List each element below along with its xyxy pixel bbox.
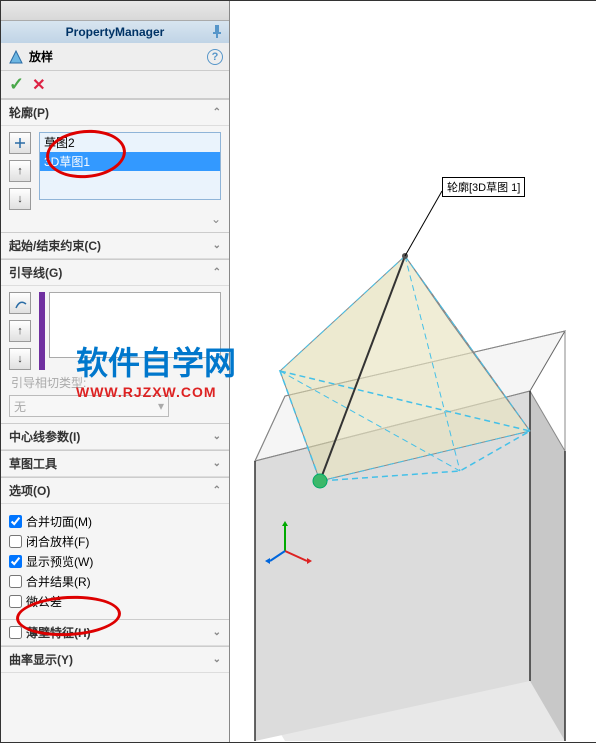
show-preview-checkbox[interactable]: 显示预览(W) [9,553,221,570]
section-guides-header[interactable]: 引导线(G) ⌃ [1,260,229,286]
section-profiles-header[interactable]: 轮廓(P) ⌃ [1,100,229,126]
cancel-button[interactable]: ✕ [32,75,45,95]
tangent-type-combo: 无 ▾ [9,395,169,417]
list-item[interactable]: 3D草图1 [40,152,220,171]
chevron-up-icon: ⌃ [213,267,221,278]
section-centerline-header[interactable]: 中心线参数(I) ⌄ [1,424,229,450]
profile-icon [9,132,31,154]
section-sketchtools-header[interactable]: 草图工具 ⌄ [1,451,229,477]
feature-name: 放样 [29,48,53,65]
move-up-button[interactable]: ↑ [9,160,31,182]
ok-button[interactable]: ✓ [9,74,24,95]
micro-tol-checkbox[interactable]: 微公差 [9,593,221,610]
move-up-button[interactable]: ↑ [9,320,31,342]
section-thin-header[interactable]: 薄壁特征(H) ⌄ [1,620,229,646]
expand-icon[interactable]: ⌄ [9,212,221,226]
chevron-down-icon: ▾ [158,399,164,413]
profiles-listbox[interactable]: 草图2 3D草图1 [39,132,221,200]
merge-result-checkbox[interactable]: 合并结果(R) [9,573,221,590]
help-icon[interactable]: ? [207,49,223,65]
guide-icon [9,292,31,314]
tangent-type-label: 引导相切类型: [9,370,221,395]
section-curvature-header[interactable]: 曲率显示(Y) ⌄ [1,647,229,673]
merge-tangent-checkbox[interactable]: 合并切面(M) [9,513,221,530]
title-text: PropertyManager [66,25,165,39]
move-down-button[interactable]: ↓ [9,188,31,210]
property-manager-title: PropertyManager [1,21,229,43]
loft-icon [7,48,25,66]
profile-tag: 轮廓[3D草图 1] [442,177,525,197]
chevron-up-icon: ⌃ [213,107,221,118]
section-options-header[interactable]: 选项(O) ⌃ [1,478,229,504]
chevron-down-icon: ⌄ [213,431,221,442]
list-item[interactable]: 草图2 [40,133,220,152]
chevron-up-icon: ⌃ [213,485,221,496]
move-down-button[interactable]: ↓ [9,348,31,370]
chevron-down-icon: ⌄ [213,627,221,638]
graphics-viewport[interactable]: 轮廓[3D草图 1] [230,1,596,742]
chevron-down-icon: ⌄ [213,458,221,469]
chevron-down-icon: ⌄ [213,654,221,665]
close-loft-checkbox[interactable]: 闭合放样(F) [9,533,221,550]
guides-listbox[interactable] [49,292,221,358]
chevron-down-icon: ⌄ [213,240,221,251]
pin-icon[interactable] [209,23,225,39]
section-startend-header[interactable]: 起始/结束约束(C) ⌄ [1,233,229,259]
